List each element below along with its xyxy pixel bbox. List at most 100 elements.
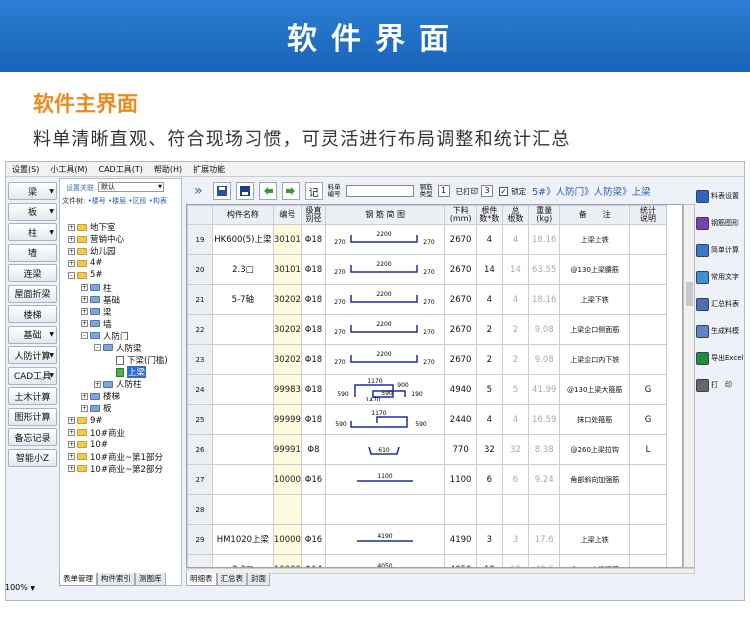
cell-shape[interactable]: 270 2200 270 (324, 314, 446, 345)
tree-item[interactable]: + 人防柱 (60, 378, 181, 390)
cell-grade[interactable] (301, 494, 326, 525)
cell-stat[interactable] (628, 314, 668, 345)
cell-wt[interactable]: 8.38 (527, 434, 561, 465)
table-row[interactable]: 24 99983 Φ18 590 1170 190 900 590 1470 4940 5 5 41.9… (187, 374, 668, 405)
cell-tot[interactable]: 4 (501, 284, 529, 315)
menu-item[interactable]: 扩展功能 (193, 164, 225, 175)
cell-shape[interactable]: 1100 (324, 464, 446, 495)
expand-toggle-icon[interactable]: - (81, 332, 88, 340)
cell-cnt[interactable]: 3 (475, 524, 503, 555)
expand-toggle-icon[interactable]: + (81, 308, 88, 316)
note-button[interactable]: 记 (304, 182, 323, 200)
cell-len[interactable]: 770 (444, 434, 477, 465)
tree-tab[interactable]: 表单管理 (59, 573, 97, 586)
column-header[interactable]: 根件 数*数 (475, 205, 503, 225)
cell-n[interactable]: 20 (187, 254, 213, 285)
cell-stat[interactable]: L (628, 434, 668, 465)
cell-cnt[interactable]: 2 (475, 314, 503, 345)
cell-len[interactable]: 4050 (444, 554, 477, 567)
column-header[interactable] (187, 205, 213, 225)
cell-grade[interactable]: Φ18 (301, 314, 326, 345)
left-button[interactable]: 楼梯 (8, 305, 57, 323)
cell-cnt[interactable]: 4 (475, 404, 503, 435)
cell-rem[interactable]: 上梁下铁 (559, 284, 630, 315)
cell-tot[interactable]: 4 (501, 224, 529, 255)
vertical-scrollbar[interactable] (683, 204, 695, 568)
left-button[interactable]: 基础 ▼ (8, 325, 57, 344)
tree-item[interactable]: -5# (60, 269, 181, 281)
printed-input[interactable]: 3 (481, 185, 494, 197)
cell-grade[interactable]: Φ18 (301, 224, 326, 255)
save-all-icon[interactable] (235, 182, 254, 200)
cell-grade[interactable]: Φ8 (301, 434, 326, 465)
cell-wt[interactable]: 18.16 (527, 224, 561, 255)
menu-item[interactable]: 小工具(M) (50, 164, 87, 175)
undo-icon[interactable] (258, 182, 277, 200)
cell-grade[interactable]: Φ14 (301, 554, 326, 567)
sheet-tab[interactable]: 封面 (247, 573, 270, 586)
cell-rem[interactable]: 上梁企口内下铁 (559, 344, 630, 375)
cell-wt[interactable]: 9.24 (527, 464, 561, 495)
left-button[interactable]: 图形计算 (8, 407, 57, 426)
cell-cnt[interactable]: 6 (475, 464, 503, 495)
tree-item[interactable]: +10#商业~第1部分 (60, 451, 181, 463)
cell-wt[interactable]: 9.08 (527, 344, 561, 375)
cell-code[interactable]: 99999 (272, 404, 303, 435)
left-button[interactable]: 人防计算 ▼ (8, 346, 57, 364)
cell-code[interactable]: 10000 (272, 554, 303, 567)
lock-checkbox[interactable]: ✓ (499, 186, 509, 196)
cell-cnt[interactable]: 14 (475, 254, 503, 285)
cell-code[interactable]: 30202 (272, 314, 303, 345)
table-row[interactable]: 21 5-7轴 30202 Φ18 270 2200 270 2670 4 4 18.16 上梁下铁 (187, 284, 668, 315)
cell-name[interactable] (211, 314, 274, 345)
cell-cnt[interactable]: 32 (475, 434, 503, 465)
left-button[interactable]: 备忘记录 (8, 428, 57, 446)
cell-len[interactable]: 2670 (444, 344, 477, 375)
cell-rem[interactable]: @130上梁大箍筋 (559, 374, 630, 405)
cell-rem[interactable]: 上梁上铁 (559, 524, 630, 555)
cell-n[interactable]: 30 (187, 554, 213, 567)
column-header[interactable]: 总 根数 (501, 205, 529, 225)
cell-shape[interactable]: 270 2200 270 (324, 254, 446, 285)
cell-name[interactable]: HK600(5)上梁 (211, 224, 274, 255)
cell-tot[interactable]: 5 (501, 374, 529, 405)
cell-shape[interactable]: 4190 (324, 524, 446, 555)
sheet-tab[interactable]: 汇总表 (216, 573, 247, 586)
cell-tot[interactable]: 14 (501, 254, 529, 285)
cell-tot[interactable]: 3 (501, 524, 529, 555)
cell-cnt[interactable]: 2 (475, 344, 503, 375)
cell-n[interactable]: 28 (187, 494, 213, 525)
cell-stat[interactable] (628, 524, 668, 555)
tree-item[interactable]: + 营销中心 (60, 233, 181, 245)
right-panel-button[interactable]: 钢筋图形 (696, 211, 744, 235)
expand-toggle-icon[interactable]: + (68, 417, 75, 425)
cell-shape[interactable]: 270 2200 270 (324, 224, 446, 255)
cell-tot[interactable] (501, 494, 529, 525)
cell-wt[interactable]: 63.55 (527, 254, 561, 285)
tree-item[interactable]: +4# (60, 257, 181, 269)
right-panel-button[interactable]: 简单计算 (696, 238, 744, 262)
cell-code[interactable]: 10000 (272, 464, 303, 495)
cell-stat[interactable] (628, 284, 668, 315)
expand-toggle-icon[interactable]: + (81, 320, 88, 328)
cell-grade[interactable]: Φ18 (301, 374, 326, 405)
filter-section[interactable]: •区段 (128, 197, 146, 205)
right-panel-button[interactable]: 常用文字 (696, 265, 744, 289)
cell-tot[interactable]: 4 (501, 404, 529, 435)
tree-item[interactable]: - 人防梁 (60, 342, 181, 354)
cell-tot[interactable]: 32 (501, 434, 529, 465)
cell-n[interactable]: 22 (187, 314, 213, 345)
expand-toggle-icon[interactable]: + (81, 284, 88, 292)
cell-grade[interactable]: Φ18 (301, 404, 326, 435)
cell-n[interactable]: 29 (187, 524, 213, 555)
table-row[interactable]: 26 99991 Φ8 610 770 32 32 8.38 @260上梁拉钩 L (187, 434, 668, 465)
cell-rem[interactable]: 抹口处箍筋 (559, 404, 630, 435)
cell-code[interactable] (272, 494, 303, 525)
cell-stat[interactable] (628, 224, 668, 255)
cell-shape[interactable]: 590 1170 590 (324, 404, 446, 435)
sheet-tab[interactable]: 明细表 (186, 573, 217, 586)
expand-toggle-icon[interactable]: + (81, 296, 88, 304)
tree-item[interactable]: + 幼儿园 (60, 245, 181, 257)
expand-toggle-icon[interactable]: + (68, 429, 75, 437)
cell-stat[interactable]: G (628, 404, 668, 435)
